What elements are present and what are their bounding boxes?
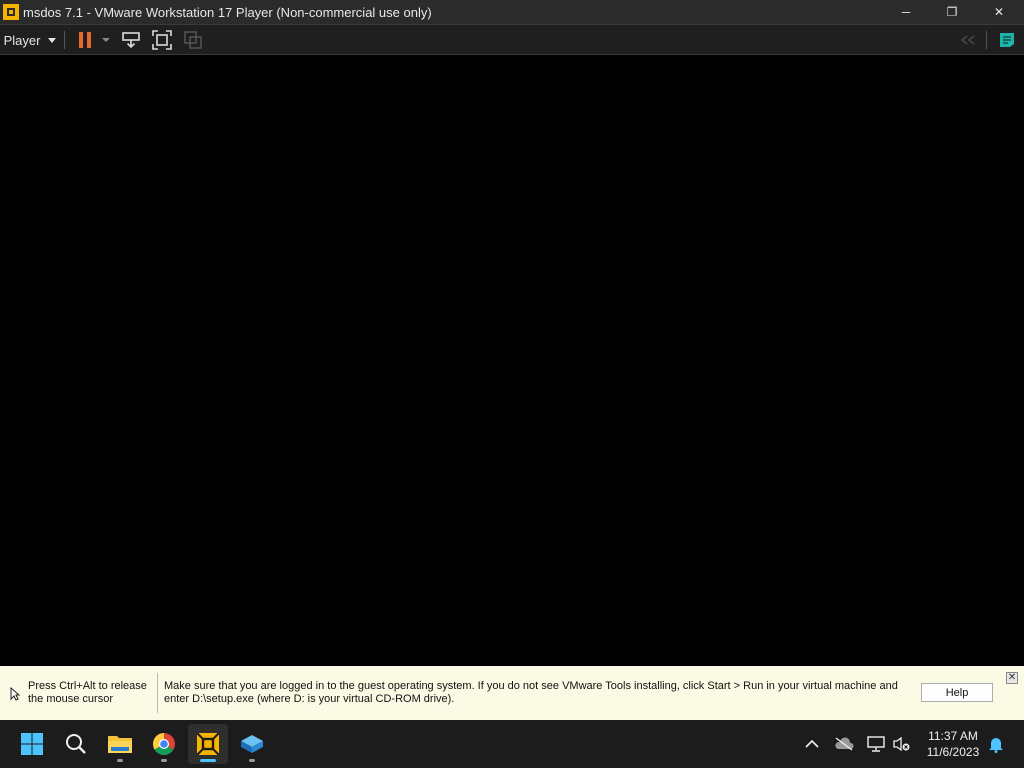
- close-button[interactable]: ✕: [976, 0, 1022, 24]
- vmware-tools-hint-bar: Press Ctrl+Alt to release the mouse curs…: [0, 666, 1024, 720]
- running-indicator: [249, 759, 255, 762]
- folder-icon: [108, 736, 132, 753]
- windows-taskbar: 11:37 AM 11/6/2023: [0, 720, 1024, 768]
- vmware-icon: [3, 4, 19, 20]
- running-indicator: [161, 759, 167, 762]
- active-indicator: [200, 759, 216, 762]
- network-icon: [867, 736, 885, 752]
- player-menu-label: Player: [3, 32, 41, 48]
- full-screen-icon: [152, 30, 172, 50]
- message-log-icon: [1000, 33, 1014, 47]
- dropdown-chevron-icon: [102, 38, 110, 42]
- send-ctrl-alt-del-button[interactable]: [119, 28, 143, 52]
- full-screen-button[interactable]: [150, 28, 174, 52]
- send-ctrl-alt-del-icon: [122, 32, 140, 49]
- show-hidden-icons-button[interactable]: [802, 734, 822, 754]
- running-indicator: [117, 759, 123, 762]
- message-log-button[interactable]: [995, 28, 1019, 52]
- back-arrows-icon: [960, 35, 975, 45]
- start-button[interactable]: [12, 724, 52, 764]
- chrome-button[interactable]: [144, 724, 184, 764]
- unity-button[interactable]: [181, 28, 205, 52]
- chevron-up-icon: [805, 739, 819, 748]
- clock-date: 11/6/2023: [926, 745, 980, 759]
- player-menu-button[interactable]: Player: [1, 27, 59, 53]
- cube-icon: [241, 735, 263, 753]
- hint-close-button[interactable]: ✕: [1006, 672, 1018, 684]
- volume-tray-button[interactable]: [892, 734, 912, 754]
- volume-muted-icon: [893, 736, 910, 752]
- file-explorer-button[interactable]: [100, 724, 140, 764]
- chrome-icon: [153, 733, 175, 755]
- window-title: msdos 7.1 - VMware Workstation 17 Player…: [23, 4, 432, 20]
- pause-button[interactable]: [73, 28, 97, 52]
- network-tray-button[interactable]: [866, 734, 886, 754]
- window-titlebar: msdos 7.1 - VMware Workstation 17 Player…: [0, 0, 1024, 24]
- vmware-icon: [196, 732, 220, 756]
- unity-icon: [184, 31, 202, 49]
- maximize-button[interactable]: ❐: [929, 0, 975, 24]
- pause-icon: [79, 32, 91, 48]
- search-icon: [66, 734, 86, 754]
- vmware-tools-message: Make sure that you are logged in to the …: [164, 680, 898, 705]
- release-cursor-hint: Press Ctrl+Alt to release the mouse curs…: [28, 680, 147, 705]
- virtual-machine-screen[interactable]: [0, 55, 1024, 666]
- onedrive-offline-icon: [835, 737, 854, 751]
- notifications-button[interactable]: [986, 734, 1006, 754]
- bell-icon: [989, 738, 1003, 753]
- chevron-down-icon: [48, 37, 57, 43]
- windows-logo-icon: [21, 733, 43, 755]
- power-options-dropdown[interactable]: [96, 28, 116, 52]
- vmware-player-button[interactable]: [188, 724, 228, 764]
- toolbar-divider: [64, 31, 65, 49]
- mouse-cursor-icon: [10, 687, 20, 701]
- onedrive-tray-button[interactable]: [834, 734, 854, 754]
- minimize-button[interactable]: ─: [883, 0, 929, 24]
- clock-time: 11:37 AM: [928, 729, 978, 743]
- player-toolbar: Player: [0, 24, 1024, 55]
- back-button[interactable]: [956, 28, 980, 52]
- help-button[interactable]: Help: [921, 683, 993, 702]
- hint-divider: [157, 673, 158, 713]
- cube-app-button[interactable]: [232, 724, 272, 764]
- toolbar-divider: [986, 31, 987, 49]
- taskbar-clock[interactable]: 11:37 AM 11/6/2023: [918, 728, 988, 760]
- search-button[interactable]: [56, 724, 96, 764]
